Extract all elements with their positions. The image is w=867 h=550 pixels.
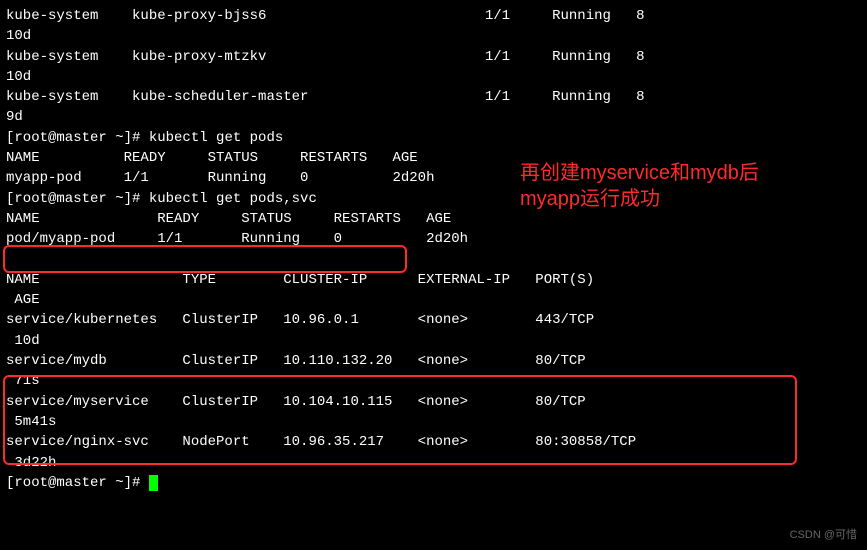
svc-header: NAME TYPE CLUSTER-IP EXTERNAL-IP PORT(S)	[6, 270, 861, 290]
svc-row-age: 71s	[6, 371, 861, 391]
svc-row: service/nginx-svc NodePort 10.96.35.217 …	[6, 432, 861, 452]
pod-row-age: 10d	[6, 67, 861, 87]
shell-prompt-line-1[interactable]: [root@master ~]# kubectl get pods	[6, 128, 861, 148]
prompt: [root@master ~]#	[6, 475, 149, 491]
svc-row: service/myservice ClusterIP 10.104.10.11…	[6, 392, 861, 412]
svc-row: service/mydb ClusterIP 10.110.132.20 <no…	[6, 351, 861, 371]
blank-line	[6, 250, 861, 270]
pod-row-age: 9d	[6, 107, 861, 127]
pod-row: kube-system kube-scheduler-master 1/1 Ru…	[6, 87, 861, 107]
shell-prompt-line-2[interactable]: [root@master ~]# kubectl get pods,svc	[6, 189, 861, 209]
shell-prompt-line-3[interactable]: [root@master ~]#	[6, 473, 861, 493]
pods1-header: NAME READY STATUS RESTARTS AGE	[6, 148, 861, 168]
pods2-row: pod/myapp-pod 1/1 Running 0 2d20h	[6, 229, 861, 249]
pods2-header: NAME READY STATUS RESTARTS AGE	[6, 209, 861, 229]
prompt: [root@master ~]#	[6, 130, 149, 146]
pod-row: kube-system kube-proxy-mtzkv 1/1 Running…	[6, 47, 861, 67]
svc-row: service/kubernetes ClusterIP 10.96.0.1 <…	[6, 310, 861, 330]
svc-header-age: AGE	[6, 290, 861, 310]
pods1-row: myapp-pod 1/1 Running 0 2d20h	[6, 168, 861, 188]
svc-row-age: 5m41s	[6, 412, 861, 432]
pod-row-age: 10d	[6, 26, 861, 46]
svc-row-age: 10d	[6, 331, 861, 351]
svc-row-age: 3d22h	[6, 453, 861, 473]
command: kubectl get pods	[149, 130, 283, 146]
pod-row: kube-system kube-proxy-bjss6 1/1 Running…	[6, 6, 861, 26]
watermark: CSDN @可惜	[790, 528, 857, 544]
cursor	[149, 475, 158, 491]
prompt: [root@master ~]#	[6, 191, 149, 207]
command: kubectl get pods,svc	[149, 191, 317, 207]
